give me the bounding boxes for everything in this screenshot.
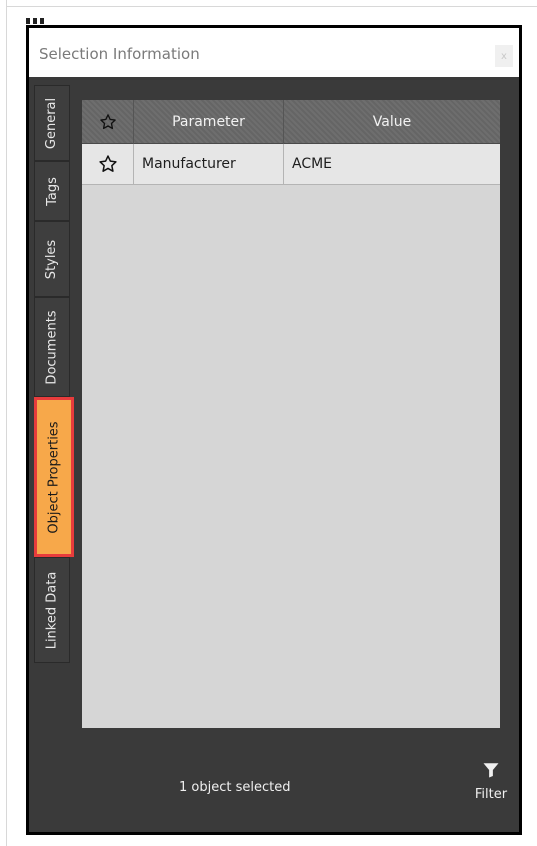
star-icon: [98, 154, 118, 174]
tab-linked-data[interactable]: Linked Data: [34, 557, 70, 663]
cropped-content: [26, 10, 86, 24]
tab-styles[interactable]: Styles: [34, 221, 70, 297]
star-icon: [99, 113, 117, 131]
table-row[interactable]: Manufacturer ACME: [82, 144, 500, 185]
tab-label: Tags: [44, 176, 60, 206]
tab-label: Documents: [44, 309, 60, 385]
selection-information-window: Selection Information x General Tags Sty…: [26, 25, 522, 835]
tab-label: General: [44, 97, 60, 149]
filter-button[interactable]: Filter: [469, 761, 513, 813]
tab-label: Linked Data: [44, 571, 60, 649]
tab-general[interactable]: General: [34, 85, 70, 161]
vertical-tab-strip: General Tags Styles Documents Object Pro…: [34, 85, 74, 685]
selection-status: 1 object selected: [179, 780, 291, 795]
column-header-parameter[interactable]: Parameter: [134, 100, 284, 144]
favorite-column-header[interactable]: [82, 100, 134, 144]
window-title: Selection Information: [39, 45, 200, 63]
page-border: [6, 0, 7, 846]
tab-documents[interactable]: Documents: [34, 297, 70, 397]
title-bar: Selection Information x: [29, 28, 519, 77]
tab-label: Object Properties: [46, 420, 62, 534]
properties-grid: Parameter Value Manufacturer ACME: [82, 100, 500, 728]
tab-label: Styles: [44, 239, 60, 279]
filter-icon: [482, 761, 500, 783]
page-border: [6, 6, 537, 7]
grid-header: Parameter Value: [82, 100, 500, 144]
filter-label: Filter: [474, 787, 508, 802]
value-cell: ACME: [292, 156, 333, 172]
tab-tags[interactable]: Tags: [34, 161, 70, 221]
close-button[interactable]: x: [495, 45, 513, 67]
favorite-toggle[interactable]: [82, 144, 134, 184]
column-header-value[interactable]: Value: [284, 100, 500, 144]
parameter-cell: Manufacturer: [134, 144, 284, 184]
tab-object-properties[interactable]: Object Properties: [34, 397, 74, 557]
